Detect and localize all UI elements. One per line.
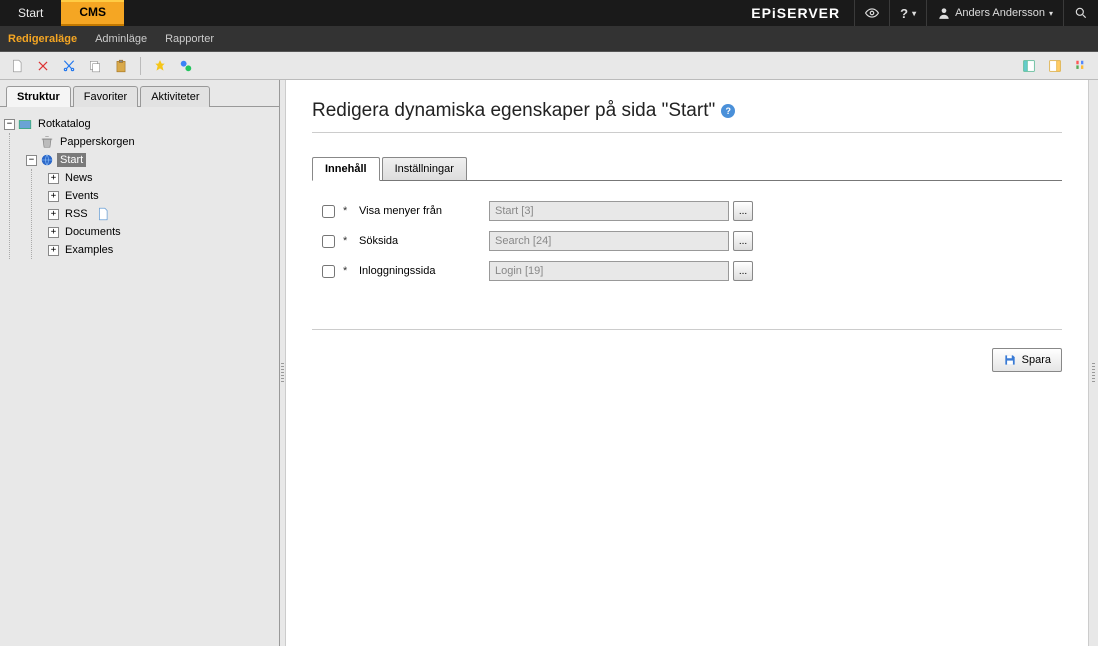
- main-area: Struktur Favoriter Aktiviteter − Rotkata…: [0, 80, 1098, 646]
- save-button[interactable]: Spara: [992, 348, 1062, 372]
- trash-icon: [40, 135, 54, 149]
- sidebar: Struktur Favoriter Aktiviteter − Rotkata…: [0, 80, 280, 646]
- required-star: *: [343, 265, 353, 277]
- divider: [312, 132, 1062, 133]
- tree-expand-icon[interactable]: +: [48, 227, 59, 238]
- inherit-checkbox[interactable]: [322, 265, 335, 278]
- tree-selected[interactable]: Start: [57, 153, 86, 167]
- inherit-checkbox[interactable]: [322, 235, 335, 248]
- tree-trash[interactable]: Papperskorgen: [57, 135, 138, 149]
- topbar-tab-start[interactable]: Start: [0, 0, 61, 26]
- form-row: * Inloggningssida ...: [322, 261, 1052, 281]
- inherit-checkbox[interactable]: [322, 205, 335, 218]
- browse-button[interactable]: ...: [733, 231, 753, 251]
- form-label: Visa menyer från: [359, 205, 489, 217]
- refresh-icon[interactable]: [175, 55, 197, 77]
- page-reference-input[interactable]: [489, 201, 729, 221]
- mode-menubar: Redigeraläge Adminläge Rapporter: [0, 26, 1098, 52]
- mode-admin[interactable]: Adminläge: [95, 33, 147, 45]
- required-star: *: [343, 235, 353, 247]
- folder-icon: [18, 117, 32, 131]
- right-splitter[interactable]: [1088, 80, 1098, 646]
- global-topbar: Start CMS EPiSERVER ? ▾ Anders Andersson…: [0, 0, 1098, 26]
- tree-item[interactable]: RSS: [62, 207, 91, 221]
- panel-2-icon[interactable]: [1044, 55, 1066, 77]
- tree-expand-icon[interactable]: +: [48, 209, 59, 220]
- mode-reports[interactable]: Rapporter: [165, 33, 214, 45]
- page-icon: [96, 207, 110, 221]
- main-toolbar: [0, 52, 1098, 80]
- delete-icon[interactable]: [32, 55, 54, 77]
- tree-expand-icon[interactable]: +: [48, 191, 59, 202]
- required-star: *: [343, 205, 353, 217]
- tree-item[interactable]: Events: [62, 189, 102, 203]
- topbar-tab-cms[interactable]: CMS: [61, 0, 124, 26]
- browse-button[interactable]: ...: [733, 261, 753, 281]
- sidebar-tab-favorites[interactable]: Favoriter: [73, 86, 138, 107]
- form-row: * Visa menyer från ...: [322, 201, 1052, 221]
- help-badge-icon[interactable]: ?: [721, 104, 735, 118]
- mode-edit[interactable]: Redigeraläge: [8, 33, 77, 45]
- page-reference-input[interactable]: [489, 261, 729, 281]
- form-area: * Visa menyer från ... * Söksida ... * I…: [312, 181, 1062, 311]
- tree-item[interactable]: Examples: [62, 243, 116, 257]
- content-pane: Redigera dynamiska egenskaper på sida "S…: [286, 80, 1088, 646]
- topbar-tabs: Start CMS: [0, 0, 124, 26]
- tab-content[interactable]: Innehåll: [312, 157, 380, 181]
- tree-collapse-icon[interactable]: −: [4, 119, 15, 130]
- cut-icon[interactable]: [58, 55, 80, 77]
- panel-1-icon[interactable]: [1018, 55, 1040, 77]
- content-tabs: Innehåll Inställningar: [312, 157, 1062, 181]
- form-label: Inloggningssida: [359, 265, 489, 277]
- tab-settings[interactable]: Inställningar: [382, 157, 467, 180]
- help-icon[interactable]: ? ▾: [889, 0, 926, 26]
- search-icon[interactable]: [1063, 0, 1098, 26]
- user-menu[interactable]: Anders Andersson ▾: [926, 0, 1063, 26]
- new-page-icon[interactable]: [6, 55, 28, 77]
- tree-item[interactable]: Documents: [62, 225, 124, 239]
- save-icon: [1003, 353, 1017, 367]
- form-label: Söksida: [359, 235, 489, 247]
- form-row: * Söksida ...: [322, 231, 1052, 251]
- sidebar-tab-activities[interactable]: Aktiviteter: [140, 86, 210, 107]
- tree-root[interactable]: Rotkatalog: [35, 117, 94, 131]
- panel-3-icon[interactable]: [1070, 55, 1092, 77]
- copy-icon[interactable]: [84, 55, 106, 77]
- tree-expand-icon[interactable]: +: [48, 173, 59, 184]
- page-reference-input[interactable]: [489, 231, 729, 251]
- sidebar-tab-structure[interactable]: Struktur: [6, 86, 71, 107]
- page-tree: − Rotkatalog Papperskorgen − Start +News: [0, 107, 279, 267]
- preview-icon[interactable]: [854, 0, 889, 26]
- tree-expand-icon[interactable]: +: [48, 245, 59, 256]
- brand-logo: EPiSERVER: [737, 0, 854, 26]
- tree-collapse-icon[interactable]: −: [26, 155, 37, 166]
- pin-icon[interactable]: [149, 55, 171, 77]
- divider: [312, 329, 1062, 330]
- page-title: Redigera dynamiska egenskaper på sida "S…: [312, 100, 1062, 122]
- browse-button[interactable]: ...: [733, 201, 753, 221]
- tree-item[interactable]: News: [62, 171, 96, 185]
- paste-icon[interactable]: [110, 55, 132, 77]
- globe-icon: [40, 153, 54, 167]
